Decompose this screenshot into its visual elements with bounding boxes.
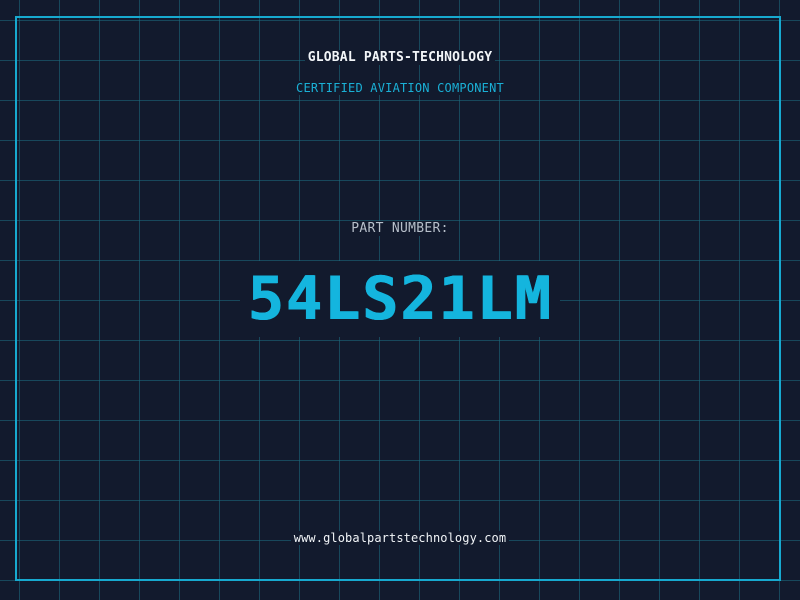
part-number-container: 54LS21LM (0, 258, 800, 340)
website-link[interactable]: www.globalpartstechnology.com (0, 531, 800, 545)
part-number-label-text: PART NUMBER: (348, 221, 452, 236)
brand-title: GLOBAL PARTS-TECHNOLOGY (0, 50, 800, 65)
website-link-text[interactable]: www.globalpartstechnology.com (290, 531, 510, 545)
spec-card: GLOBAL PARTS-TECHNOLOGY CERTIFIED AVIATI… (0, 0, 800, 600)
tagline-text: CERTIFIED AVIATION COMPONENT (293, 81, 507, 95)
part-number-label: PART NUMBER: (0, 221, 800, 236)
tagline: CERTIFIED AVIATION COMPONENT (0, 81, 800, 95)
part-number-value: 54LS21LM (239, 261, 561, 337)
brand-title-text: GLOBAL PARTS-TECHNOLOGY (304, 50, 496, 65)
